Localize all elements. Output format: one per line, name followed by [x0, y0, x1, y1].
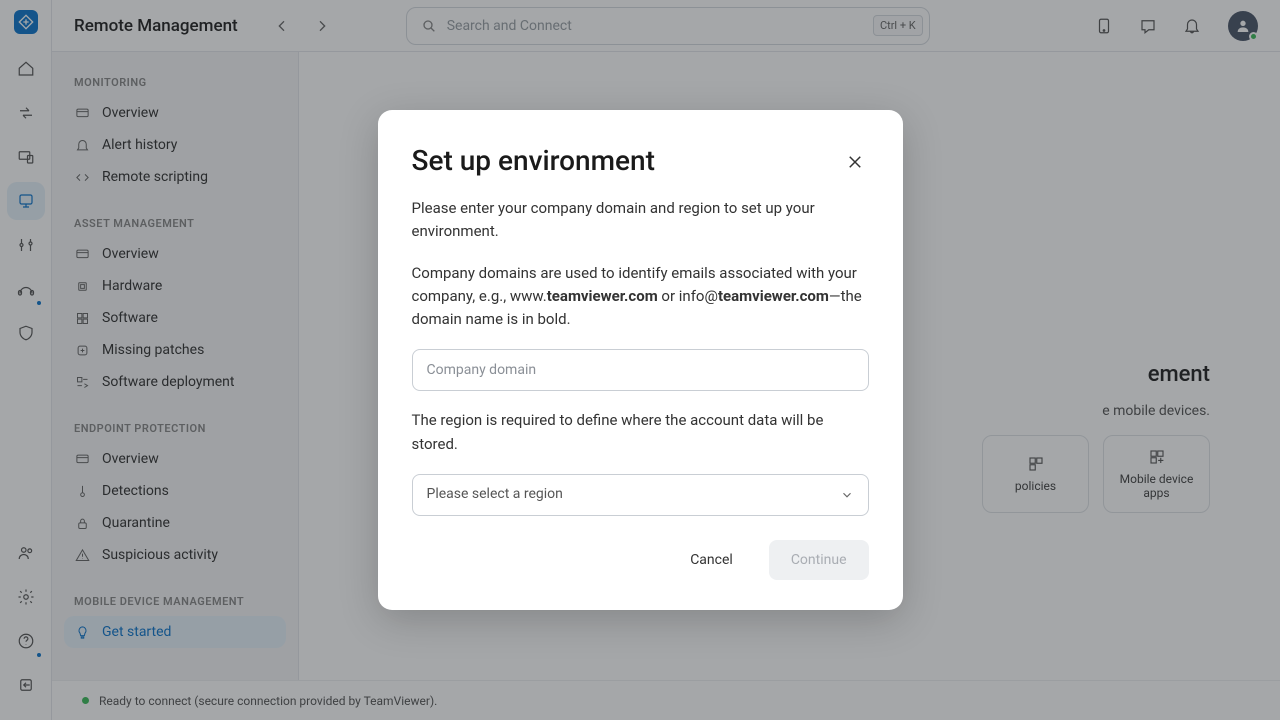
cancel-button[interactable]: Cancel	[668, 540, 755, 580]
modal-title: Set up environment	[412, 144, 655, 177]
modal-overlay: Set up environment Please enter your com…	[0, 0, 1280, 720]
modal-para2: Company domains are used to identify ema…	[412, 262, 869, 332]
chevron-down-icon	[840, 488, 854, 502]
continue-button[interactable]: Continue	[769, 540, 869, 580]
modal-para3: The region is required to define where t…	[412, 409, 869, 456]
select-placeholder: Please select a region	[427, 484, 563, 506]
modal-para1: Please enter your company domain and reg…	[412, 197, 869, 244]
setup-environment-modal: Set up environment Please enter your com…	[378, 110, 903, 610]
region-select[interactable]: Please select a region	[412, 474, 869, 516]
close-button[interactable]	[841, 148, 869, 176]
company-domain-input[interactable]	[412, 349, 869, 391]
